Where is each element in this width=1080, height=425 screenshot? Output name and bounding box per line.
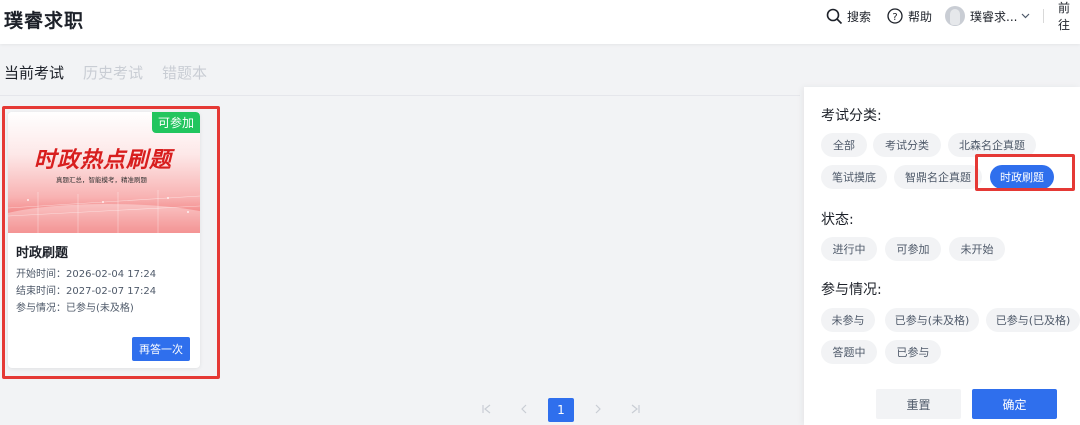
participation-chip-joined-failed[interactable]: 已参与(未及格) <box>885 308 979 332</box>
reset-button[interactable]: 重置 <box>876 389 961 419</box>
chevron-left-icon <box>518 403 530 418</box>
exam-card[interactable]: 时政热点刷题 真题汇总，智能模考，精准刷题 可参加 时政刷题 开始时间：2026… <box>8 112 200 368</box>
user-name: 璞睿求... <box>970 9 1018 24</box>
participation-label: 参与情况: <box>821 282 882 298</box>
top-header: 璞睿求职 搜索 ? 帮助 璞睿求... 前往 <box>0 0 1080 44</box>
participation-chip-answering[interactable]: 答题中 <box>821 340 877 364</box>
help-label: 帮助 <box>908 9 933 24</box>
tab-current-exams[interactable]: 当前考试 <box>4 62 64 83</box>
category-chip-current-affairs[interactable]: 时政刷题 <box>990 165 1054 189</box>
pagination: 1 <box>474 398 659 422</box>
app-logo[interactable]: 璞睿求职 <box>4 6 84 33</box>
search-link[interactable]: 搜索 <box>826 6 871 26</box>
category-chip-zhiding[interactable]: 智鼎名企真题 <box>894 165 982 189</box>
exam-start-time: 开始时间：2026-02-04 17:24 <box>16 269 157 280</box>
svg-text:?: ? <box>892 12 897 23</box>
category-chip-exam-category[interactable]: 考试分类 <box>873 133 941 157</box>
category-chip-all[interactable]: 全部 <box>821 133 867 157</box>
last-page-button[interactable] <box>622 398 648 422</box>
status-label: 状态: <box>821 212 854 228</box>
filter-panel: 考试分类: 全部 考试分类 北森名企真题 笔试摸底 智鼎名企真题 时政刷题 状态… <box>804 87 1080 425</box>
chevron-down-icon <box>1021 13 1030 19</box>
status-chip-not-started[interactable]: 未开始 <box>949 237 1005 261</box>
avatar <box>945 6 965 26</box>
goto-link[interactable]: 前往 <box>1058 1 1080 32</box>
retry-button[interactable]: 再答一次 <box>132 337 190 361</box>
user-menu[interactable]: 璞睿求... <box>945 6 1030 26</box>
exam-participation: 参与情况：已参与(未及格) <box>16 303 134 314</box>
participation-chip-not-joined[interactable]: 未参与 <box>821 308 875 332</box>
search-icon <box>826 8 843 25</box>
chevron-right-icon <box>592 403 604 418</box>
search-label: 搜索 <box>847 9 872 24</box>
status-chip-in-progress[interactable]: 进行中 <box>821 237 877 261</box>
tab-history-exams[interactable]: 历史考试 <box>83 62 143 83</box>
category-label: 考试分类: <box>821 108 882 124</box>
help-link[interactable]: ? 帮助 <box>887 6 932 26</box>
status-badge: 可参加 <box>151 112 200 133</box>
exam-title: 时政刷题 <box>16 246 69 261</box>
next-page-button[interactable] <box>585 398 611 422</box>
confirm-button[interactable]: 确定 <box>972 389 1057 419</box>
category-chip-beisen[interactable]: 北森名企真题 <box>948 133 1036 157</box>
first-page-button[interactable] <box>474 398 500 422</box>
exam-tabs: 当前考试 历史考试 错题本 <box>4 62 226 83</box>
banner-title: 时政热点刷题 <box>34 148 173 173</box>
last-page-icon <box>629 403 641 418</box>
header-divider <box>1043 9 1044 23</box>
banner-subtitle: 真题汇总，智能模考，精准刷题 <box>56 176 147 184</box>
participation-chip-joined[interactable]: 已参与 <box>885 340 941 364</box>
first-page-icon <box>481 403 493 418</box>
category-chip-written-test[interactable]: 笔试摸底 <box>821 165 887 189</box>
help-icon: ? <box>887 8 903 24</box>
tabs-divider <box>0 95 800 96</box>
exam-end-time: 结束时间：2027-02-07 17:24 <box>16 286 157 297</box>
prev-page-button[interactable] <box>511 398 537 422</box>
banner-swoosh <box>8 204 200 233</box>
status-chip-available[interactable]: 可参加 <box>885 237 941 261</box>
tab-wrong-questions[interactable]: 错题本 <box>162 62 207 83</box>
participation-chip-joined-passed[interactable]: 已参与(已及格) <box>986 308 1080 332</box>
page-button-current[interactable]: 1 <box>548 398 574 422</box>
